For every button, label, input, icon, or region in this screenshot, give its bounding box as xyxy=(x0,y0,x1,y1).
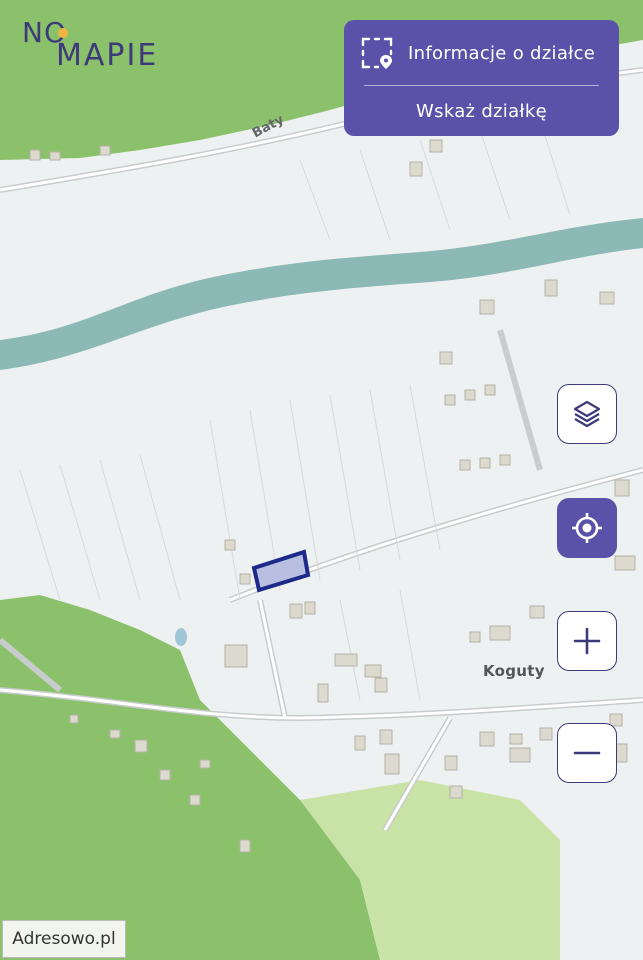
plus-icon xyxy=(573,627,601,655)
watermark-badge: Adresowo.pl xyxy=(2,920,126,958)
logo-pin-dot xyxy=(58,28,68,38)
layers-icon xyxy=(573,400,601,428)
point-parcel-button[interactable]: Wskaż działkę xyxy=(344,86,619,136)
crosshair-locate-icon xyxy=(572,513,602,543)
logo-text-line2: MAPIE xyxy=(56,38,159,73)
map-canvas[interactable] xyxy=(0,0,643,960)
parcel-info-label: Informacje o działce xyxy=(408,42,596,64)
layers-button[interactable] xyxy=(557,384,617,444)
zoom-in-button[interactable] xyxy=(557,611,617,671)
place-label: Koguty xyxy=(483,662,545,680)
app-logo: NO MAPIE xyxy=(22,16,172,76)
minus-icon xyxy=(573,751,601,755)
parcel-select-pin-icon xyxy=(361,37,393,69)
locate-button[interactable] xyxy=(557,498,617,558)
parcel-info-button[interactable]: Informacje o działce xyxy=(344,20,619,86)
zoom-out-button[interactable] xyxy=(557,723,617,783)
parcel-panel: Informacje o działce Wskaż działkę xyxy=(344,20,619,136)
